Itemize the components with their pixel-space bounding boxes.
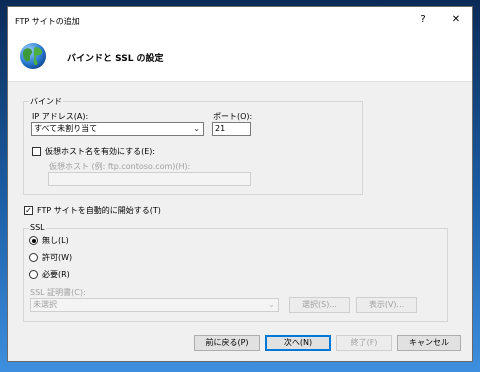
ssl-cert-value: 未選択 <box>33 300 57 309</box>
auto-start-checkbox[interactable]: ✓ <box>24 206 33 215</box>
next-button[interactable]: 次へ(N) <box>265 335 331 351</box>
virtual-host-checkbox[interactable] <box>32 147 41 156</box>
ip-address-label: IP アドレス(A): <box>32 112 89 121</box>
page-header: バインドと SSL の設定 <box>8 33 472 82</box>
cancel-button[interactable]: キャンセル <box>397 335 461 351</box>
ssl-require-radio[interactable] <box>29 270 38 279</box>
ssl-cert-label: SSL 証明書(C): <box>30 288 86 297</box>
radio-selected-dot <box>31 238 36 243</box>
window-title: FTP サイトの追加 <box>15 17 80 26</box>
checkmark-icon: ✓ <box>25 206 32 215</box>
port-input[interactable]: 21 <box>212 122 251 136</box>
ssl-require-label: 必要(R) <box>42 270 70 279</box>
view-cert-button[interactable]: 表示(V)... <box>356 297 417 313</box>
ip-address-value: すべて未割り当て <box>34 124 98 133</box>
ssl-cert-select[interactable]: 未選択 ⌄ <box>30 298 279 312</box>
help-button[interactable]: ? <box>411 11 435 29</box>
ssl-allow-radio[interactable] <box>29 253 38 262</box>
back-button[interactable]: 前に戻る(P) <box>194 335 260 351</box>
virtual-host-checkbox-label: 仮想ホスト名を有効にする(E): <box>45 147 156 156</box>
finish-button[interactable]: 終了(F) <box>336 335 392 351</box>
ssl-allow-label: 許可(W) <box>42 253 73 262</box>
chevron-down-icon: ⌄ <box>268 300 275 309</box>
ssl-none-radio[interactable] <box>29 236 38 245</box>
port-value: 21 <box>215 124 226 133</box>
chevron-down-icon: ⌄ <box>193 124 200 133</box>
virtual-host-label: 仮想ホスト (例: ftp.contoso.com)(H): <box>49 162 191 171</box>
binding-group-label: バインド <box>29 96 63 107</box>
close-button[interactable]: ✕ <box>444 11 468 29</box>
port-label: ポート(O): <box>213 112 253 121</box>
ssl-group-label: SSL <box>29 223 46 232</box>
virtual-host-input[interactable] <box>48 172 251 186</box>
title-bar: FTP サイトの追加 ? ✕ <box>8 7 472 33</box>
add-ftp-site-dialog: FTP サイトの追加 ? ✕ バインドと SSL の設定 バインド IP アドレ… <box>7 6 473 362</box>
ip-address-select[interactable]: すべて未割り当て ⌄ <box>31 122 204 136</box>
ssl-none-label: 無し(L) <box>42 236 69 245</box>
globe-icon <box>20 43 46 69</box>
page-title: バインドと SSL の設定 <box>67 54 164 64</box>
auto-start-label: FTP サイトを自動的に開始する(T) <box>37 206 161 215</box>
select-cert-button[interactable]: 選択(S)... <box>289 297 350 313</box>
